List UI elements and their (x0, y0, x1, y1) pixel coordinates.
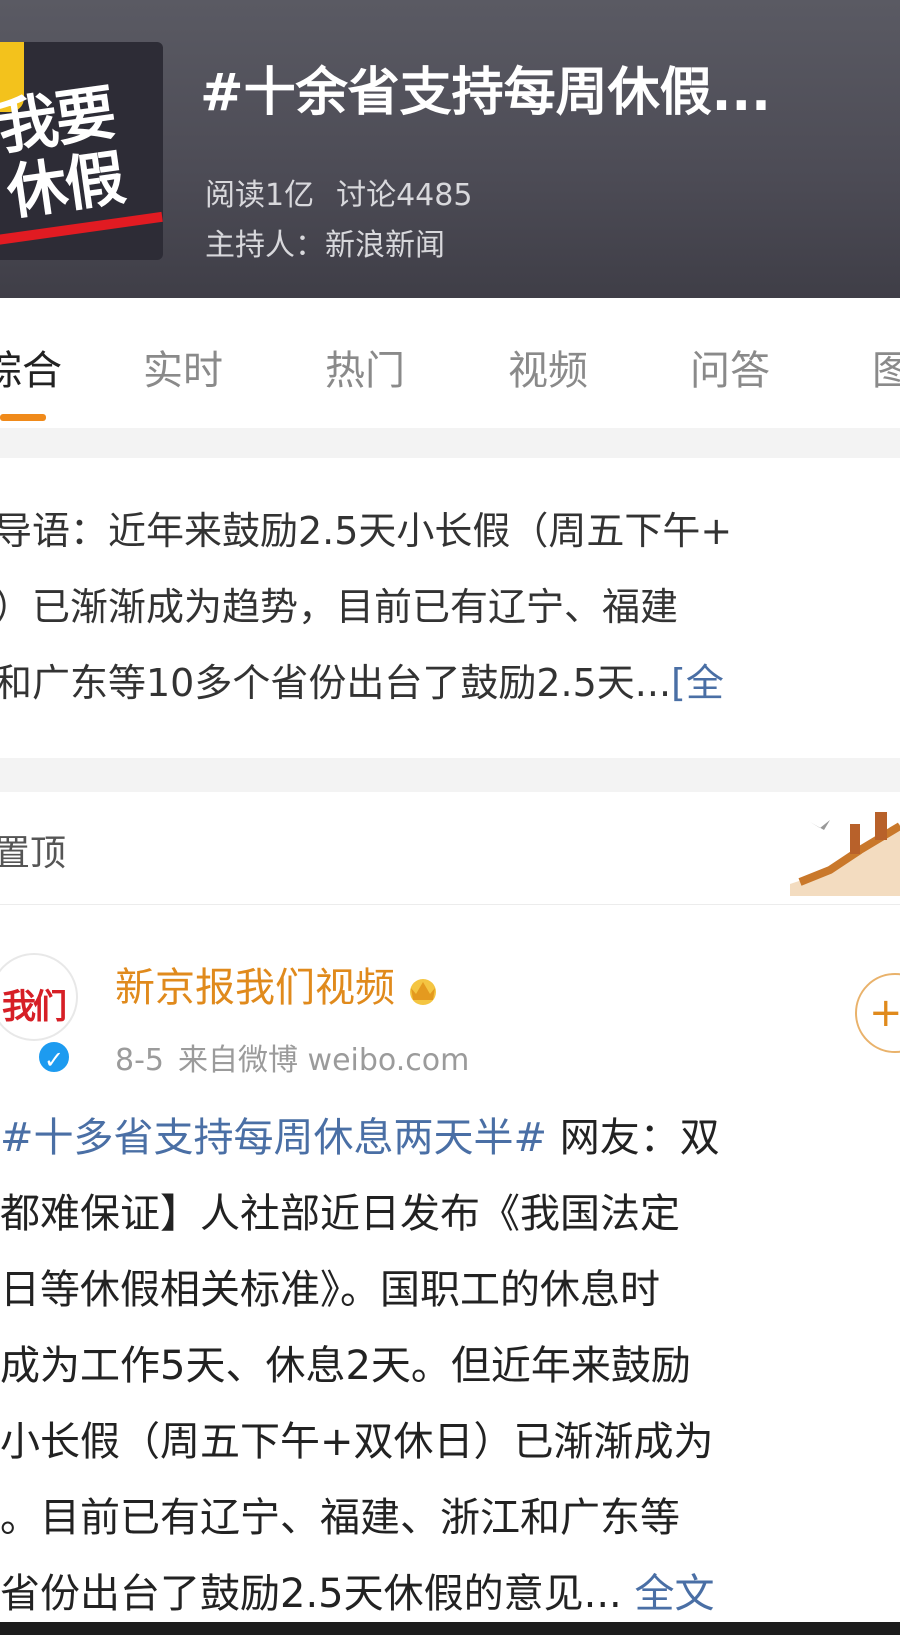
active-tab-indicator (0, 414, 46, 421)
post-expand-link[interactable]: 全文 (634, 1571, 714, 1617)
post-line-3: 日等休假相关标准》。国职工的休息时 (0, 1267, 660, 1313)
post-line-1-text: 网友：双 (547, 1115, 720, 1161)
topic-host[interactable]: 主持人：新浪新闻 (205, 220, 445, 264)
topic-cover-image[interactable]: 我要 休假 (0, 42, 163, 260)
read-count: 阅读1亿 (205, 178, 315, 213)
post-hashtag[interactable]: #十多省支持每周休息两天半# (0, 1115, 547, 1161)
pinned-section-header: 置顶 (0, 792, 900, 905)
tab-bar: 综合 实时 热门 视频 问答 图 (0, 298, 900, 428)
tab-video[interactable]: 视频 (508, 338, 588, 396)
topic-header: 我要 休假 #十余省支持每周休假... 阅读1亿 讨论4485 主持人：新浪新闻 (0, 0, 900, 298)
lead-line-3-text: 和广东等10多个省份出台了鼓励2.5天... (0, 661, 672, 705)
topic-lead-card[interactable]: 导语：近年来鼓励2.5天小长假（周五下午+ ）已渐渐成为趋势，目前已有辽宁、福建… (0, 458, 900, 758)
topic-stats: 阅读1亿 讨论4485 (205, 170, 472, 214)
post-source: 来自微博 weibo.com (178, 1043, 470, 1078)
great-wall-icon (790, 812, 900, 896)
tab-images[interactable]: 图 (872, 338, 900, 396)
tab-comprehensive[interactable]: 综合 (0, 338, 62, 396)
post-line-7-text: 省份出台了鼓励2.5天休假的意见... (0, 1571, 622, 1617)
lead-line-3: 和广东等10多个省份出台了鼓励2.5天...[全 (0, 652, 900, 707)
crown-badge-icon (410, 979, 436, 1005)
tab-hot[interactable]: 热门 (325, 338, 405, 396)
lead-line-2: ）已渐渐成为趋势，目前已有辽宁、福建 (0, 585, 679, 629)
verified-badge-icon: ✓ (36, 1039, 72, 1075)
author-avatar[interactable]: 我们 (0, 953, 78, 1041)
topic-title: #十余省支持每周休假... (200, 63, 771, 123)
post-line-5: 小长假（周五下午+双休日）已渐渐成为 (0, 1419, 714, 1465)
lead-line-1: 导语：近年来鼓励2.5天小长假（周五下午+ (0, 509, 733, 553)
pinned-label: 置顶 (0, 833, 67, 874)
weibo-post[interactable]: 我们 ✓ 新京报我们视频 8-5 来自微博 weibo.com + #十多省支持每… (0, 905, 900, 1635)
avatar-logo: 我们 (2, 987, 67, 1027)
post-meta: 8-5 来自微博 weibo.com (115, 1035, 469, 1079)
discussion-count: 讨论4485 (336, 178, 473, 213)
bottom-edge (0, 1622, 900, 1635)
tab-qa[interactable]: 问答 (690, 338, 770, 396)
post-line-7: 省份出台了鼓励2.5天休假的意见... 全文 (0, 1561, 900, 1619)
cover-text: 我要 休假 (0, 78, 128, 229)
lead-expand-link[interactable]: [全 (671, 661, 724, 705)
author-name[interactable]: 新京报我们视频 (115, 955, 443, 1013)
cover-text-line-2: 休假 (2, 143, 128, 229)
post-line-1: #十多省支持每周休息两天半# 网友：双 (0, 1105, 900, 1163)
post-line-6: 。目前已有辽宁、福建、浙江和广东等 (0, 1495, 680, 1541)
author-name-text: 新京报我们视频 (115, 965, 395, 1011)
post-date: 8-5 (115, 1043, 164, 1078)
post-line-2: 都难保证】人社部近日发布《我国法定 (0, 1191, 680, 1237)
post-line-4: 成为工作5天、休息2天。但近年来鼓励 (0, 1343, 691, 1389)
tab-realtime[interactable]: 实时 (143, 338, 223, 396)
follow-button[interactable]: + (855, 973, 900, 1053)
